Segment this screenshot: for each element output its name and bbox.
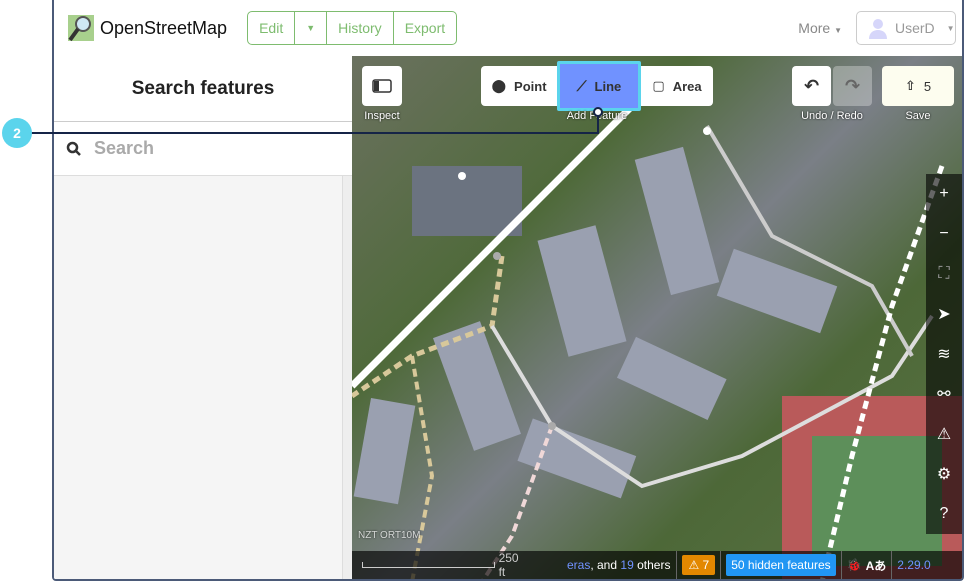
save-count: 5 bbox=[923, 78, 932, 94]
undo-redo-label: Undo / Redo bbox=[801, 110, 863, 122]
issues-section: ⚠ 7 bbox=[676, 551, 720, 579]
caret-down-icon: ▼ bbox=[834, 26, 842, 35]
attribution-link[interactable]: eras bbox=[567, 558, 590, 572]
version-section: 2.29.0 bbox=[891, 551, 935, 579]
redo-icon: ↷ bbox=[844, 75, 861, 96]
edit-button[interactable]: Edit bbox=[248, 12, 296, 44]
logo-text: OpenStreetMap bbox=[100, 17, 228, 38]
sidebar-title: Search features bbox=[54, 56, 352, 122]
area-icon: ▢ bbox=[652, 78, 665, 93]
redo-button[interactable]: ↷ bbox=[833, 66, 872, 106]
user-name: UserD bbox=[895, 20, 935, 36]
map-features bbox=[352, 93, 962, 579]
user-avatar-icon bbox=[869, 19, 887, 39]
inspect-label: Inspect bbox=[364, 110, 400, 122]
background-button[interactable]: ≋ bbox=[926, 334, 962, 374]
save-button[interactable]: ⇧ 5 bbox=[882, 66, 954, 106]
upload-icon: ⇧ bbox=[904, 78, 916, 93]
map-controls: + − ⛶ ➤ ≋ ⚯ ⚠ ⚙ ? bbox=[926, 174, 962, 549]
attribution: eras, and 19 others bbox=[527, 558, 676, 572]
zoom-out-button[interactable]: − bbox=[926, 214, 962, 254]
annotation-badge: 2 bbox=[2, 118, 32, 148]
sidebar: Search features bbox=[54, 56, 352, 579]
export-button[interactable]: Export bbox=[394, 12, 456, 44]
add-area-button[interactable]: ▢ Area bbox=[641, 66, 713, 106]
hidden-section: 50 hidden features bbox=[720, 551, 840, 579]
line-label: Line bbox=[594, 78, 622, 94]
sidebar-body bbox=[54, 176, 352, 579]
caret-down-icon: ▼ bbox=[946, 23, 955, 33]
others-label: others bbox=[637, 558, 671, 572]
geolocate-button[interactable]: ➤ bbox=[926, 294, 962, 334]
search-icon bbox=[66, 141, 81, 156]
attribution-and: , and bbox=[590, 558, 618, 572]
plus-icon: + bbox=[939, 185, 949, 202]
location-arrow-icon: ➤ bbox=[937, 306, 951, 323]
user-gear-icon: ⚙ bbox=[936, 466, 952, 483]
map-footer: 250 ft eras, and 19 others ⚠ 7 50 hidden… bbox=[352, 551, 962, 579]
more-menu[interactable]: More ▼ bbox=[798, 20, 842, 36]
point-label: Point bbox=[514, 78, 547, 94]
scale-bar[interactable]: 250 ft bbox=[352, 551, 527, 579]
issues-count: 7 bbox=[702, 558, 710, 572]
map-data-icon: ⚯ bbox=[937, 386, 951, 403]
inspect-button[interactable] bbox=[362, 66, 402, 106]
scale-line bbox=[362, 562, 495, 568]
edit-dropdown-button[interactable]: ▼ bbox=[295, 12, 328, 44]
search-bar bbox=[54, 122, 352, 176]
help-icon: ? bbox=[939, 505, 949, 522]
scale-label: 250 ft bbox=[498, 551, 519, 579]
app-window: OpenStreetMap Edit ▼ History Export More… bbox=[52, 0, 964, 581]
zoom-in-button[interactable]: + bbox=[926, 174, 962, 214]
zoom-to-selection-button[interactable]: ⛶ bbox=[926, 254, 962, 294]
zoom-selection-icon: ⛶ bbox=[938, 265, 950, 282]
edit-button-group: Edit ▼ History Export bbox=[247, 11, 458, 45]
bug-icon[interactable]: 🐞 bbox=[847, 558, 862, 572]
line-icon: ⟋ bbox=[576, 77, 587, 94]
undo-button[interactable]: ↶ bbox=[792, 66, 831, 106]
warning-icon: ⚠ bbox=[936, 426, 952, 443]
hidden-features-badge[interactable]: 50 hidden features bbox=[726, 554, 836, 576]
help-button[interactable]: ? bbox=[926, 494, 962, 534]
version-link[interactable]: 2.29.0 bbox=[897, 558, 930, 572]
minus-icon: − bbox=[939, 225, 949, 242]
map-data-button[interactable]: ⚯ bbox=[926, 374, 962, 414]
issues-button[interactable]: ⚠ bbox=[926, 414, 962, 454]
logo[interactable]: OpenStreetMap bbox=[66, 13, 227, 43]
others-count-link[interactable]: 19 bbox=[620, 558, 633, 572]
language-icon[interactable]: Aあ bbox=[866, 557, 887, 574]
search-input[interactable] bbox=[94, 138, 324, 159]
caret-down-icon: ▼ bbox=[306, 23, 316, 33]
imagery-label: NZT ORT10M bbox=[358, 530, 421, 541]
area-label: Area bbox=[672, 78, 702, 94]
user-menu[interactable]: UserD ▼ bbox=[856, 11, 956, 45]
map-canvas[interactable]: Inspect ⬤ Point ⟋ Line ▢ Area Add Feature ↶… bbox=[352, 56, 962, 579]
issues-badge[interactable]: ⚠ 7 bbox=[682, 555, 716, 575]
add-feature-label: Add Feature bbox=[566, 110, 628, 122]
save-label: Save bbox=[905, 110, 931, 122]
header: OpenStreetMap Edit ▼ History Export More… bbox=[54, 0, 962, 56]
layers-icon: ≋ bbox=[937, 346, 951, 363]
preferences-button[interactable]: ⚙ bbox=[926, 454, 962, 494]
history-button[interactable]: History bbox=[327, 12, 394, 44]
add-line-button[interactable]: ⟋ Line bbox=[557, 61, 641, 111]
map-marker-icon: ⬤ bbox=[491, 78, 507, 93]
undo-icon: ↶ bbox=[803, 75, 820, 96]
add-point-button[interactable]: ⬤ Point bbox=[481, 66, 557, 106]
osm-logo-icon bbox=[68, 15, 94, 42]
sidebar-toggle-icon bbox=[372, 79, 392, 93]
more-label: More bbox=[798, 20, 831, 36]
tools-section: 🐞 Aあ bbox=[840, 551, 892, 579]
sidebar-scrollbar[interactable] bbox=[342, 176, 352, 579]
